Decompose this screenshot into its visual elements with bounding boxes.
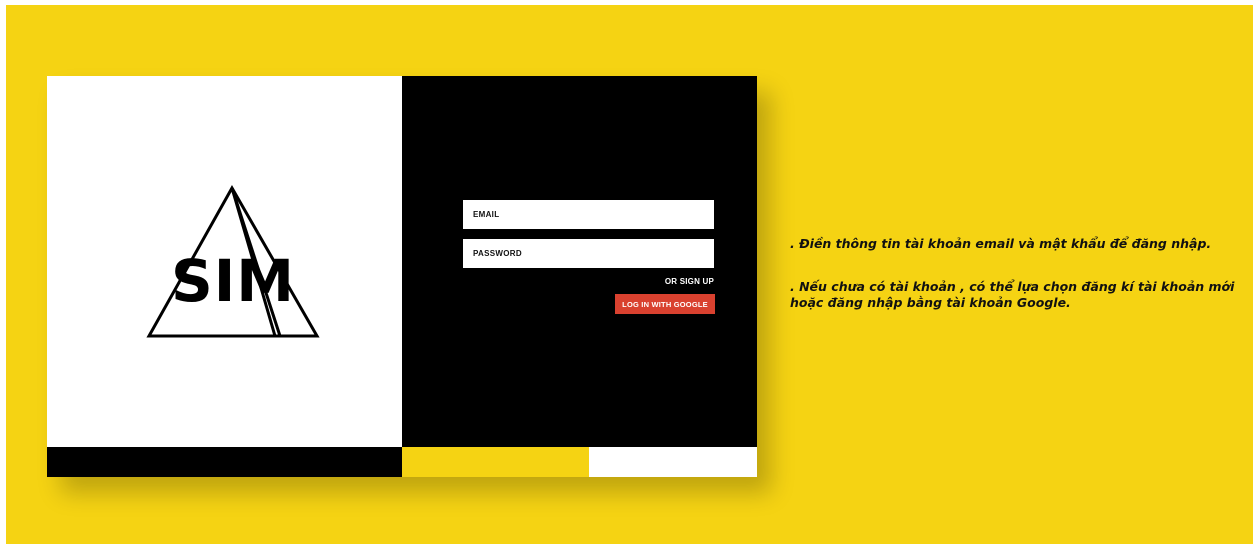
bottom-bar-black bbox=[47, 447, 402, 477]
login-card: SIM EMAIL PASSWORD OR SIGN UP LOG IN WIT… bbox=[47, 76, 757, 477]
email-input[interactable]: EMAIL bbox=[463, 200, 714, 229]
bottom-bar-white bbox=[589, 447, 757, 477]
triangle-logo-icon: SIM bbox=[146, 184, 320, 338]
top-border bbox=[0, 0, 1253, 5]
logo-text: SIM bbox=[171, 247, 295, 315]
google-login-button[interactable]: LOG IN WITH GOOGLE bbox=[615, 294, 715, 314]
left-border bbox=[0, 0, 6, 544]
instruction-line-2: . Nếu chưa có tài khoản , có thể lựa chọ… bbox=[790, 279, 1235, 310]
bottom-bar-yellow bbox=[402, 447, 589, 477]
instruction-line-1: . Điền thông tin tài khoản email và mật … bbox=[790, 236, 1212, 251]
password-input[interactable]: PASSWORD bbox=[463, 239, 714, 268]
signup-link[interactable]: OR SIGN UP bbox=[607, 277, 714, 286]
